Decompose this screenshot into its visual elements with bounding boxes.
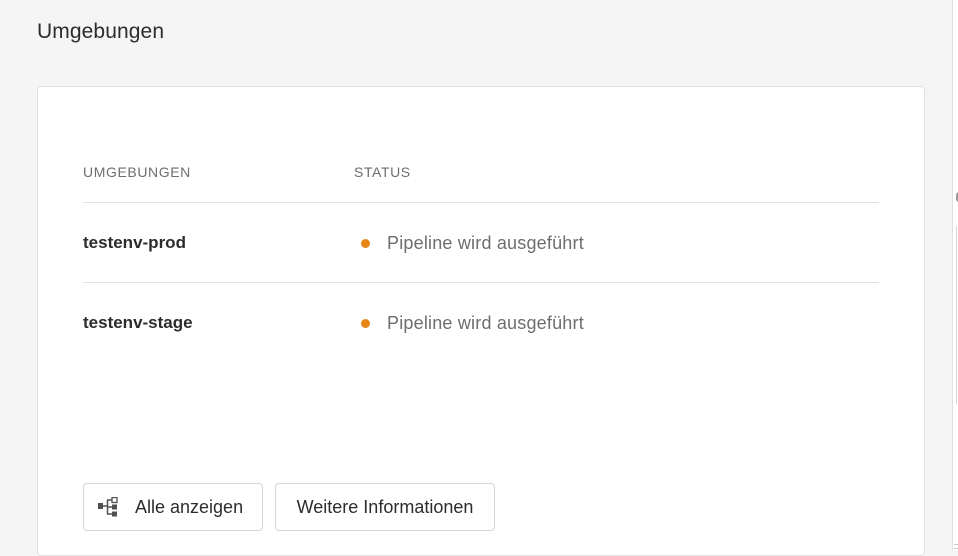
environments-table: UMGEBUNGEN STATUS testenv-prod Pipeline … xyxy=(83,157,879,362)
column-header-status: STATUS xyxy=(354,164,411,180)
show-all-label: Alle anzeigen xyxy=(135,496,244,517)
page-title: Umgebungen xyxy=(37,20,165,43)
environment-name: testenv-prod xyxy=(83,233,186,252)
environments-card: UMGEBUNGEN STATUS testenv-prod Pipeline … xyxy=(37,86,925,556)
show-all-button[interactable]: Alle anzeigen xyxy=(83,483,263,531)
status-dot-icon xyxy=(361,319,370,328)
more-info-label: Weitere Informationen xyxy=(296,496,474,517)
table-header: UMGEBUNGEN STATUS xyxy=(83,157,879,203)
tree-view-icon xyxy=(97,497,123,517)
adjacent-panel-edge xyxy=(952,0,958,550)
environment-status: Pipeline wird ausgeführt xyxy=(387,233,584,253)
environment-status: Pipeline wird ausgeführt xyxy=(387,313,584,333)
more-info-button[interactable]: Weitere Informationen xyxy=(275,483,495,531)
status-dot-icon xyxy=(361,239,370,248)
table-row: testenv-prod Pipeline wird ausgeführt xyxy=(83,203,879,283)
table-row: testenv-stage Pipeline wird ausgeführt xyxy=(83,283,879,362)
column-header-environments: UMGEBUNGEN xyxy=(83,164,191,180)
environment-name: testenv-stage xyxy=(83,313,193,332)
